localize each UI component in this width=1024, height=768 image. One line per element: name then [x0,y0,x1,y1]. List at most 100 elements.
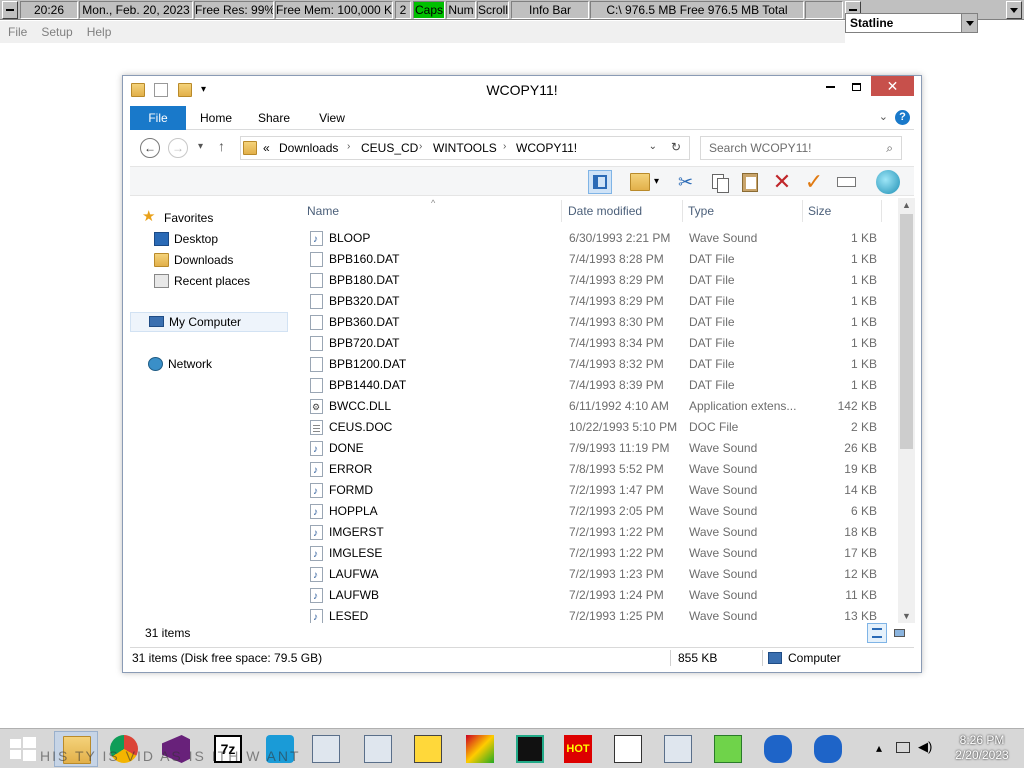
scrollbar-thumb[interactable] [900,214,913,449]
customize-qat-icon[interactable]: ▾ [201,83,211,97]
scroll-up-arrow-icon[interactable]: ▲ [898,198,915,212]
search-icon[interactable]: ⌕ [886,137,893,159]
chevron-down-icon[interactable]: ▾ [654,170,678,194]
show-hidden-icons-icon[interactable]: ▴ [876,741,882,755]
paste-icon[interactable] [738,170,762,194]
table-row[interactable]: BPB1440.DAT 7/4/1993 8:39 PM DAT File 1 KB [301,375,896,396]
up-arrow-icon[interactable]: ↑ [218,138,225,154]
table-row[interactable]: HOPPLA 7/2/1993 2:05 PM Wave Sound 6 KB [301,501,896,523]
table-row[interactable]: BPB360.DAT 7/4/1993 8:30 PM DAT File 1 KB [301,312,896,333]
table-row[interactable]: BLOOP 6/30/1993 2:21 PM Wave Sound 1 KB [301,228,896,250]
table-row[interactable]: CEUS.DOC 10/22/1993 5:10 PM DOC File 2 KB [301,417,896,438]
taskbar-floppy[interactable] [406,731,450,767]
volume-icon[interactable]: ◀) [918,739,932,755]
recent-locations-icon[interactable]: ▾ [198,141,203,152]
nav-network[interactable]: Network [130,354,288,374]
delete-icon[interactable]: ✕ [770,170,794,194]
folder-icon[interactable] [131,82,145,97]
close-button[interactable]: ✕ [871,76,914,96]
forward-button[interactable]: → [168,138,188,158]
help-icon[interactable]: ? [895,110,910,125]
breadcrumb-downloads[interactable]: Downloads [279,141,338,155]
taskbar-paint[interactable] [458,731,502,767]
table-row[interactable]: BPB160.DAT 7/4/1993 8:28 PM DAT File 1 KB [301,249,896,270]
menu-help[interactable]: Help [79,21,118,39]
new-folder-icon[interactable] [177,82,192,97]
taskbar-window-1[interactable] [304,731,348,767]
windows-start-icon[interactable] [8,737,38,761]
breadcrumb-wcopy11[interactable]: WCOPY11! [516,141,577,155]
tab-view[interactable]: View [314,106,350,130]
chevron-down-icon[interactable] [961,14,977,32]
table-row[interactable]: LAUFWA 7/2/1993 1:23 PM Wave Sound 12 KB [301,564,896,586]
table-row[interactable]: ERROR 7/8/1993 5:52 PM Wave Sound 19 KB [301,459,896,481]
refresh-icon[interactable]: ↻ [671,140,681,154]
chevron-down-icon[interactable]: ⌄ [649,141,657,152]
table-row[interactable]: LESED 7/2/1993 1:25 PM Wave Sound 13 KB [301,606,896,623]
taskbar-fish-1[interactable] [756,731,800,767]
column-header-name[interactable]: Name ^ [307,198,557,224]
preview-pane-icon[interactable] [588,170,612,194]
column-divider[interactable] [561,200,562,222]
checkmark-icon[interactable]: ✓ [802,170,826,194]
nav-favorites[interactable]: ★ Favorites [130,208,288,228]
table-row[interactable]: BPB720.DAT 7/4/1993 8:34 PM DAT File 1 KB [301,333,896,354]
info-bar-button[interactable]: Info Bar [511,1,589,19]
taskbar-clock[interactable]: 8:26 PM 2/20/2023 [944,733,1020,763]
table-row[interactable]: DONE 7/9/1993 11:19 PM Wave Sound 26 KB [301,438,896,460]
taskbar-fish-2[interactable] [806,731,850,767]
search-input[interactable]: Search WCOPY11! ⌕ [700,136,902,160]
scroll-down-arrow-icon[interactable]: ▼ [898,609,915,623]
table-row[interactable]: BPB1200.DAT 7/4/1993 8:32 PM DAT File 1 KB [301,354,896,375]
table-row[interactable]: IMGERST 7/2/1993 1:22 PM Wave Sound 18 KB [301,522,896,544]
taskbar-terminal[interactable] [508,731,552,767]
column-header-date[interactable]: Date modified [568,198,678,224]
tab-home[interactable]: Home [196,106,236,130]
back-button[interactable]: ← [140,138,160,158]
minimize-button[interactable] [817,76,843,96]
taskbar-window-3[interactable] [656,731,700,767]
expand-ribbon-icon[interactable]: ⌄ [879,110,888,123]
nav-recent[interactable]: Recent places [130,271,288,291]
nav-my-computer[interactable]: My Computer [130,312,288,332]
table-row[interactable]: IMGLESE 7/2/1993 1:22 PM Wave Sound 17 KB [301,543,896,565]
breadcrumb-ceus-cd[interactable]: CEUS_CD [361,141,418,155]
properties-icon[interactable] [154,82,169,97]
vertical-scrollbar[interactable]: ▲ ▼ [898,198,915,623]
address-bar[interactable]: « Downloads › CEUS_CD › WINTOOLS › WCOPY… [240,136,690,160]
taskbar-hours[interactable] [606,731,650,767]
taskbar-window-2[interactable] [356,731,400,767]
table-row[interactable]: BPB180.DAT 7/4/1993 8:29 PM DAT File 1 KB [301,270,896,291]
details-view-icon[interactable] [867,623,887,643]
breadcrumb-wintools[interactable]: WINTOOLS [433,141,497,155]
table-row[interactable]: BPB320.DAT 7/4/1993 8:29 PM DAT File 1 KB [301,291,896,312]
column-divider[interactable] [881,200,882,222]
table-row[interactable]: FORMD 7/2/1993 1:47 PM Wave Sound 14 KB [301,480,896,502]
tab-share[interactable]: Share [254,106,294,130]
breadcrumb-overflow[interactable]: « [263,141,270,155]
taskbar-hot[interactable]: HOT [556,731,600,767]
tab-file[interactable]: File [130,106,186,130]
maximize-button[interactable] [843,76,869,96]
menu-setup[interactable]: Setup [33,21,78,39]
taskbar-exit[interactable] [706,731,750,767]
copy-icon[interactable] [708,170,732,194]
nav-downloads[interactable]: Downloads [130,250,288,270]
column-divider[interactable] [682,200,683,222]
move-to-icon[interactable] [630,173,650,191]
menu-file[interactable]: File [0,21,33,39]
network-tray-icon[interactable] [896,742,910,753]
column-divider[interactable] [802,200,803,222]
large-icons-view-icon[interactable] [889,623,909,643]
statline-dropdown-button[interactable] [1006,1,1022,19]
statline-select[interactable]: Statline [845,13,978,33]
table-row[interactable]: BWCC.DLL 6/11/1992 4:10 AM Application ext… [301,396,896,418]
table-row[interactable]: LAUFWB 7/2/1993 1:24 PM Wave Sound 11 KB [301,585,896,607]
shell-icon[interactable] [876,170,900,194]
title-bar[interactable]: WCOPY11! ▾ ✕ [123,76,921,104]
column-header-size[interactable]: Size [808,198,878,224]
column-header-type[interactable]: Type [688,198,798,224]
nav-desktop[interactable]: Desktop [130,229,288,249]
rename-icon[interactable] [834,170,858,194]
system-menu-button[interactable] [2,1,18,19]
